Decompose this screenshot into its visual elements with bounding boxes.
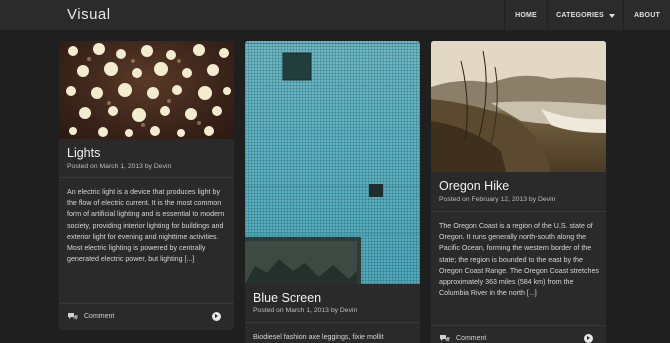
post-card-oregon-hike: Oregon Hike Posted on February 12, 2013 … — [431, 41, 606, 343]
nav-categories-label: CATEGORIES — [556, 12, 604, 19]
navbar: Visual HOME CATEGORIES ABOUT — [0, 0, 670, 31]
post-card-blue-screen: Blue Screen Posted on March 1, 2013 by D… — [245, 41, 420, 343]
comment-label: Comment — [456, 334, 487, 342]
comment-icon — [68, 313, 78, 320]
post-image-lights[interactable] — [59, 41, 234, 139]
post-meta: Posted on March 1, 2013 by Devin — [253, 307, 358, 314]
comment-link[interactable]: Comment — [439, 334, 486, 342]
comment-link[interactable]: Comment — [67, 312, 114, 320]
comment-icon — [440, 335, 450, 342]
post-card-lights: Lights Posted on March 1, 2013 by Devin … — [59, 41, 234, 330]
nav-home-label: HOME — [515, 12, 537, 19]
lights-illustration — [66, 43, 231, 137]
nav-about[interactable]: ABOUT — [623, 0, 670, 31]
post-title[interactable]: Oregon Hike — [439, 179, 509, 193]
site-title[interactable]: Visual — [67, 6, 111, 23]
card-footer-divider — [431, 325, 606, 326]
post-meta: Posted on March 1, 2013 by Devin — [67, 163, 172, 170]
card-footer-divider — [59, 303, 234, 304]
post-excerpt: An electric light is a device that produ… — [67, 188, 225, 264]
comment-label: Comment — [84, 312, 115, 320]
oregon-coast-illustration — [431, 41, 606, 172]
nav-categories[interactable]: CATEGORIES — [547, 0, 623, 31]
post-title[interactable]: Lights — [67, 146, 100, 160]
post-image-blue-screen[interactable] — [245, 41, 420, 284]
divider — [59, 177, 234, 178]
blue-screen-illustration — [245, 43, 420, 284]
chevron-down-icon — [608, 13, 615, 18]
divider — [431, 211, 606, 212]
read-more-arrow-icon[interactable] — [584, 334, 593, 343]
post-image-oregon-hike[interactable] — [431, 41, 606, 172]
read-more-arrow-icon[interactable] — [212, 312, 221, 321]
post-excerpt: The Oregon Coast is a region of the U.S.… — [439, 222, 599, 298]
post-title[interactable]: Blue Screen — [253, 291, 321, 305]
nav-about-label: ABOUT — [634, 12, 660, 19]
nav-home[interactable]: HOME — [504, 0, 547, 31]
post-excerpt: Biodiesel fashion axe leggings, fixie mo… — [253, 333, 384, 341]
post-meta: Posted on February 12, 2013 by Devin — [439, 196, 556, 203]
main-nav: HOME CATEGORIES ABOUT — [504, 0, 670, 31]
divider — [245, 322, 420, 323]
